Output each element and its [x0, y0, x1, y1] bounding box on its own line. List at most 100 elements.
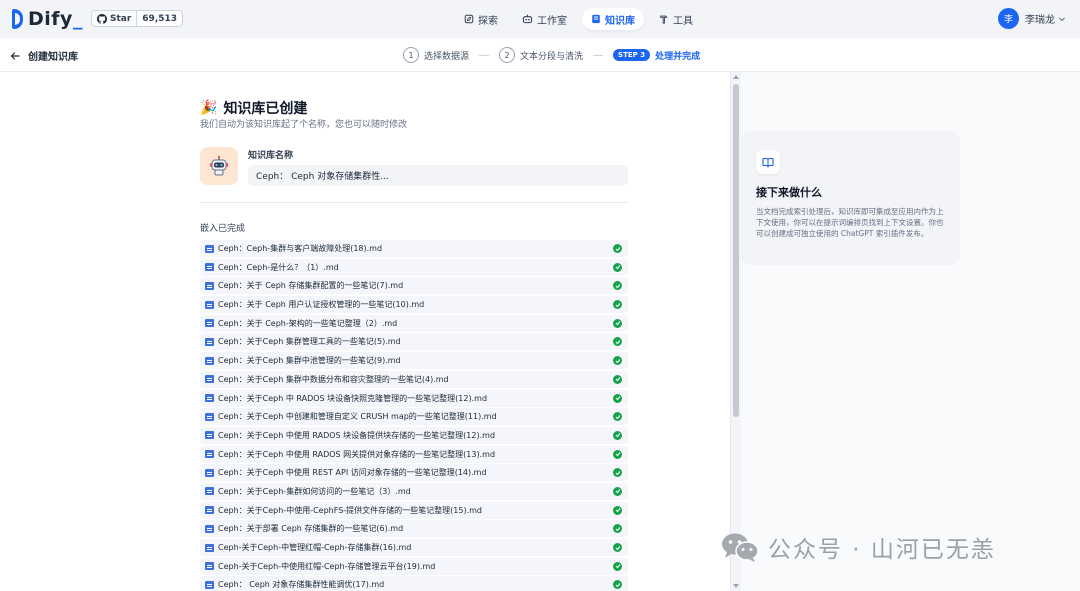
- file-row[interactable]: Ceph-关于Ceph-中使用红帽-Ceph-存储管理云平台(19).md: [200, 557, 628, 575]
- github-icon: [97, 13, 107, 24]
- check-circle-icon: [613, 543, 622, 552]
- markdown-file-icon: [205, 337, 214, 346]
- file-row[interactable]: Ceph：关于Ceph 集群中数据分布和容灾整理的一些笔记(4).md: [200, 370, 628, 388]
- logo-text: Dify_: [28, 8, 83, 30]
- markdown-file-icon: [205, 468, 214, 477]
- arrow-left-icon: [10, 51, 20, 60]
- user-menu[interactable]: 李 李瑞龙: [998, 8, 1066, 29]
- step-label: 文本分段与清洗: [520, 51, 584, 62]
- file-name: Ceph： Ceph 对象存储集群性能调优(17).md: [218, 580, 385, 590]
- file-row[interactable]: Ceph：关于 Ceph 用户认证授权管理的一些笔记(10).md: [200, 296, 628, 314]
- file-name: Ceph：Ceph-是什么？（1）.md: [218, 262, 339, 272]
- file-name: Ceph-关于Ceph-中管理红帽-Ceph-存储集群(16).md: [218, 543, 412, 552]
- file-name: Ceph：关于Ceph-集群如何访问的一些笔记（3）.md: [218, 486, 411, 496]
- check-circle-icon: [613, 262, 622, 272]
- file-row[interactable]: Ceph： Ceph 对象存储集群性能调优(17).md: [200, 576, 628, 591]
- next-steps-description: 当文档完成索引处理后，知识库即可集成至应用内作为上下文使用，你可以在提示词编排页…: [756, 207, 944, 238]
- wechat-icon: [722, 533, 759, 562]
- file-name: Ceph：关于 Ceph-架构的一些笔记整理（2）.md: [218, 318, 398, 328]
- github-star-count: 69,513: [142, 13, 178, 24]
- check-circle-icon: [613, 505, 622, 515]
- step-label: 处理并完成: [655, 51, 701, 62]
- nav-label: 工作室: [537, 15, 567, 27]
- file-row[interactable]: Ceph：关于Ceph 中使用 RADOS 块设备提供块存储的一些笔记整理(12…: [200, 426, 628, 444]
- step-separator: [593, 54, 604, 56]
- markdown-file-icon: [205, 263, 214, 272]
- file-row[interactable]: Ceph：关于Ceph 中创建和管理自定义 CRUSH map的一些笔记整理(1…: [200, 408, 628, 426]
- file-row[interactable]: Ceph：关于Ceph 集群管理工具的一些笔记(5).md: [200, 333, 628, 351]
- file-row[interactable]: Ceph：Ceph-集群与客户端故障处理(18).md: [200, 240, 628, 257]
- file-row[interactable]: Ceph：关于Ceph 集群中池管理的一些笔记(9).md: [200, 352, 628, 370]
- check-circle-icon: [613, 524, 622, 534]
- check-circle-icon: [613, 412, 622, 422]
- knowledge-base-icon[interactable]: [200, 147, 238, 185]
- main-nav: 探索 工作室 知识库 工具: [455, 8, 702, 30]
- kb-name-input[interactable]: [248, 165, 628, 186]
- file-row[interactable]: Ceph：关于Ceph 中使用 REST API 访问对象存储的一些笔记整理(1…: [200, 464, 628, 482]
- chevron-down-icon: [1059, 17, 1065, 21]
- check-circle-icon: [613, 281, 622, 291]
- file-name: Ceph：Ceph-集群与客户端故障处理(18).md: [218, 244, 383, 253]
- file-name: Ceph：关于Ceph 中创建和管理自定义 CRUSH map的一些笔记整理(1…: [218, 412, 497, 422]
- step-number: 1: [403, 47, 419, 63]
- file-name: Ceph-关于Ceph-中使用红帽-Ceph-存储管理云平台(19).md: [218, 561, 436, 571]
- main-content: 🎉 知识库已创建 我们自动为该知识库起了个名称，您也可以随时修改 知识库名称 嵌…: [0, 72, 1080, 591]
- party-popper-icon: 🎉: [200, 100, 218, 116]
- check-circle-icon: [613, 300, 622, 310]
- file-row[interactable]: Ceph：关于Ceph 中使用 RADOS 网关提供对象存储的一些笔记整理(13…: [200, 445, 628, 463]
- file-list: Ceph：Ceph-集群与客户端故障处理(18).md Ceph：Ceph-是什…: [200, 240, 628, 591]
- check-circle-icon: [613, 318, 622, 328]
- check-circle-icon: [613, 561, 622, 571]
- markdown-file-icon: [205, 281, 214, 290]
- scroll-thumb[interactable]: [733, 84, 739, 417]
- file-row[interactable]: Ceph：关于部署 Ceph 存储集群的一些笔记(6).md: [200, 520, 628, 538]
- next-steps-card: 接下来做什么 当文档完成索引处理后，知识库即可集成至应用内作为上下文使用，你可以…: [740, 131, 960, 265]
- user-name: 李瑞龙: [1025, 15, 1055, 26]
- markdown-file-icon: [205, 524, 214, 533]
- step-number: 2: [499, 47, 516, 63]
- nav-explore[interactable]: 探索: [455, 8, 507, 30]
- file-name: Ceph：关于 Ceph 用户认证授权管理的一些笔记(10).md: [218, 300, 425, 310]
- book-icon: [592, 14, 600, 24]
- file-name: Ceph：关于Ceph 中使用 REST API 访问对象存储的一些笔记整理(1…: [218, 468, 487, 478]
- file-row[interactable]: Ceph：关于Ceph-中使用-CephFS-提供文件存储的一些笔记整理(15)…: [200, 501, 628, 519]
- file-name: Ceph：关于Ceph-中使用-CephFS-提供文件存储的一些笔记整理(15)…: [218, 505, 483, 515]
- file-row[interactable]: Ceph：关于Ceph-集群如何访问的一些笔记（3）.md: [200, 482, 628, 500]
- next-steps-title: 接下来做什么: [756, 186, 822, 199]
- file-row[interactable]: Ceph：Ceph-是什么？（1）.md: [200, 258, 628, 276]
- scroll-up-arrow-icon[interactable]: [733, 75, 739, 79]
- top-navbar: Dify_ Star 69,513 探索 工作室 知识库 工具 李 李瑞龙: [0, 0, 1080, 38]
- nav-label: 探索: [478, 15, 498, 27]
- back-label: 创建知识库: [28, 52, 78, 63]
- file-name: Ceph：关于Ceph 集群管理工具的一些笔记(5).md: [218, 337, 401, 347]
- step-label: 选择数据源: [424, 51, 470, 62]
- nav-label: 知识库: [605, 15, 635, 27]
- divider: [200, 202, 628, 203]
- file-row[interactable]: Ceph：关于 Ceph-架构的一些笔记整理（2）.md: [200, 314, 628, 332]
- dify-logo[interactable]: Dify_: [12, 8, 83, 30]
- github-star-label: Star: [110, 13, 132, 24]
- file-row[interactable]: Ceph-关于Ceph-中管理红帽-Ceph-存储集群(16).md: [200, 539, 628, 556]
- check-circle-icon: [613, 430, 622, 440]
- back-button[interactable]: 创建知识库: [10, 48, 78, 63]
- check-circle-icon: [613, 337, 622, 347]
- page-title: 知识库已创建: [223, 101, 308, 117]
- check-circle-icon: [613, 374, 622, 384]
- scroll-down-arrow-icon[interactable]: [733, 584, 739, 588]
- markdown-file-icon: [205, 394, 214, 402]
- nav-knowledge[interactable]: 知识库: [582, 8, 644, 30]
- github-star-button[interactable]: Star 69,513: [91, 10, 184, 27]
- file-name: Ceph：关于Ceph 集群中池管理的一些笔记(9).md: [218, 356, 401, 366]
- nav-studio[interactable]: 工作室: [513, 8, 576, 30]
- nav-tools[interactable]: 工具: [650, 8, 702, 30]
- markdown-file-icon: [205, 356, 214, 365]
- file-row[interactable]: Ceph：关于 Ceph 存储集群配置的一些笔记(7).md: [200, 277, 628, 295]
- step-separator: [479, 54, 490, 56]
- file-row[interactable]: Ceph：关于Ceph 中 RADOS 块设备快照克隆管理的一些笔记整理(12)…: [200, 389, 628, 407]
- result-pane: 🎉 知识库已创建 我们自动为该知识库起了个名称，您也可以随时修改 知识库名称 嵌…: [0, 72, 730, 591]
- step-indicator: 1 选择数据源 2 文本分段与清洗 STEP 3 处理并完成: [403, 47, 700, 63]
- page-subtitle: 我们自动为该知识库起了个名称，您也可以随时修改: [200, 120, 408, 130]
- check-circle-icon: [613, 244, 622, 253]
- markdown-file-icon: [205, 506, 214, 515]
- check-circle-icon: [613, 393, 622, 403]
